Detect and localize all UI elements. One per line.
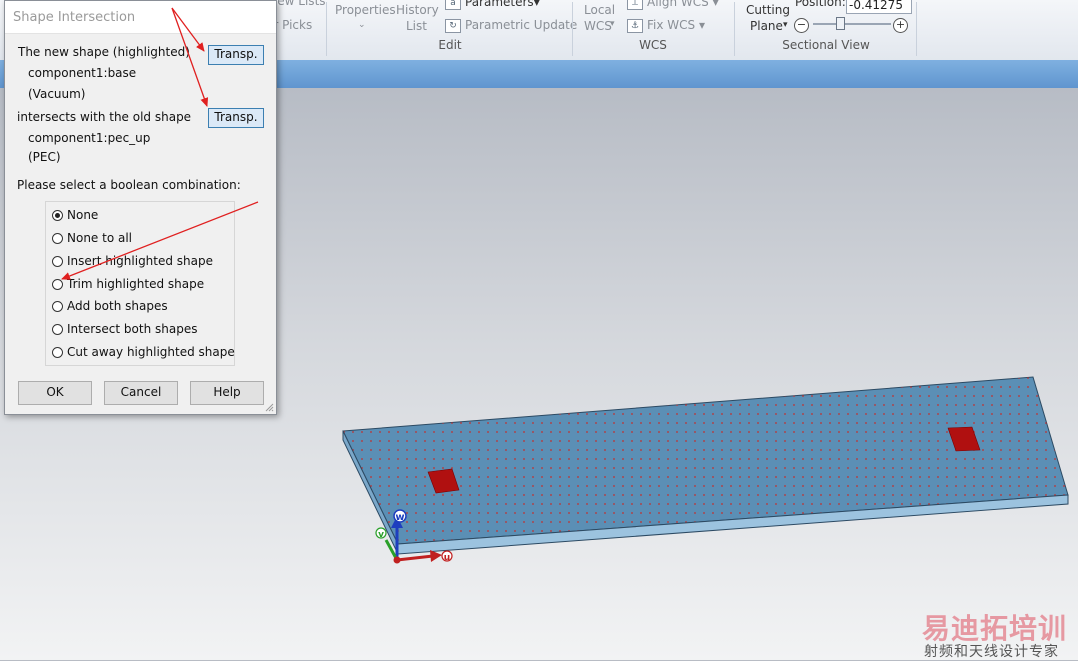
annotation-arrow (171, 7, 205, 52)
watermark-subtitle: 射频和天线设计专家 (924, 644, 1059, 660)
annotation-arrow (171, 7, 209, 107)
annotation-overlay (61, 7, 259, 280)
annotation-arrow (61, 201, 259, 280)
